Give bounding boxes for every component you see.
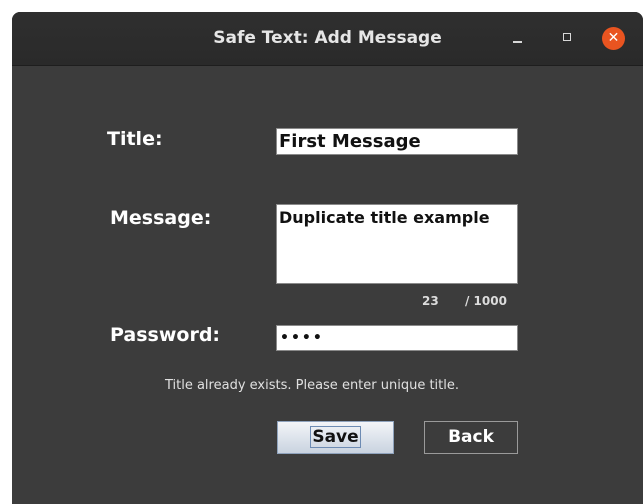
app-window: Safe Text: Add Message ✕ Title: First Me… [12,12,643,504]
save-button-label: Save [310,426,361,448]
char-count: 23 [422,294,439,308]
save-button[interactable]: Save [277,421,394,454]
maximize-icon[interactable] [556,26,580,50]
title-bar[interactable]: Safe Text: Add Message ✕ [12,12,643,66]
message-label: Message: [110,207,212,229]
title-label: Title: [107,128,163,150]
back-button[interactable]: Back [424,421,518,454]
window-title: Safe Text: Add Message [213,28,442,48]
char-max: / 1000 [465,294,507,308]
password-field[interactable]: •••• [276,325,518,351]
message-textarea[interactable]: Duplicate title example [276,204,518,284]
password-label: Password: [110,324,221,346]
error-message: Title already exists. Please enter uniqu… [164,378,460,393]
close-icon[interactable]: ✕ [602,27,625,50]
minimize-icon[interactable] [506,26,530,50]
title-input[interactable]: First Message [276,128,518,155]
